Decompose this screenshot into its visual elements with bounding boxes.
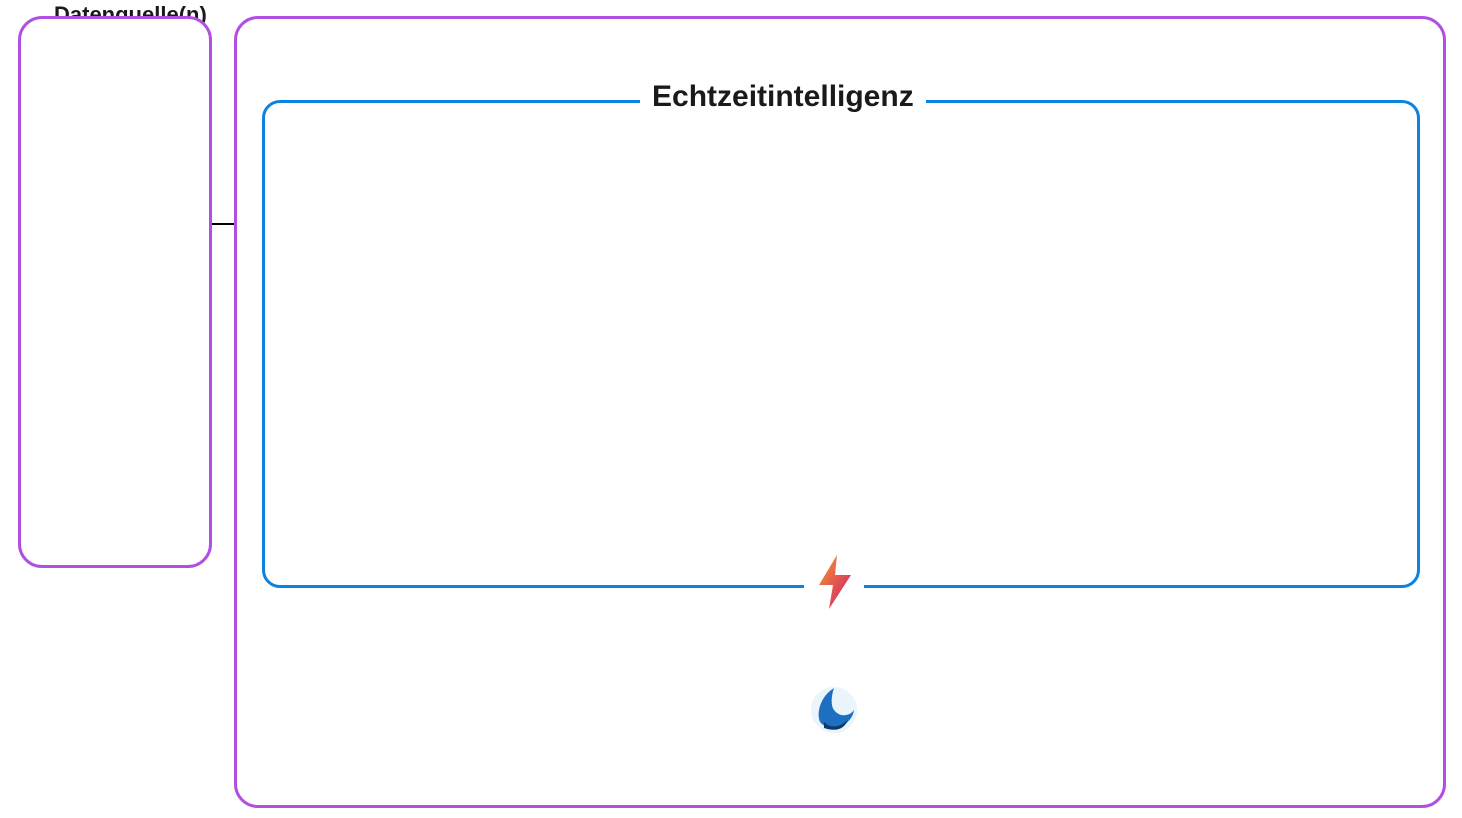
onelake-icon bbox=[806, 682, 862, 738]
rti-title: Echtzeitintelligenz bbox=[640, 80, 926, 114]
rthub-tile bbox=[804, 548, 864, 616]
onelake-tile bbox=[804, 680, 864, 740]
rthub-icon bbox=[809, 553, 859, 611]
rti-panel bbox=[262, 100, 1420, 588]
datasources-panel bbox=[18, 16, 212, 568]
